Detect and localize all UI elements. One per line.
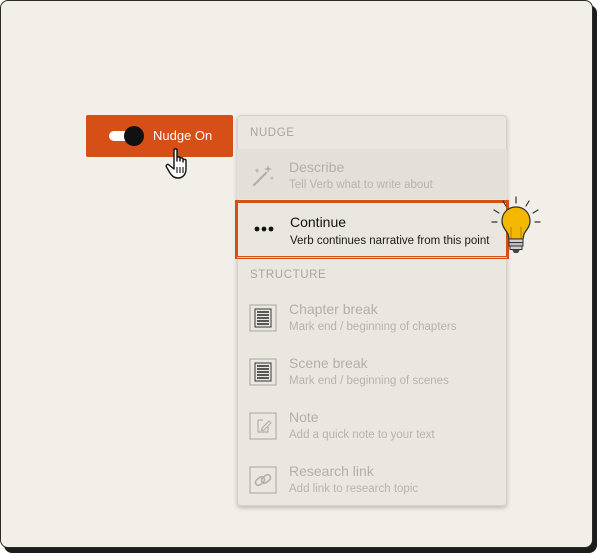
nudge-label: Nudge On — [153, 128, 213, 143]
item-subtitle: Tell Verb what to write about — [289, 179, 433, 191]
document-lines-icon — [249, 358, 277, 386]
lightbulb-icon — [491, 196, 541, 253]
menu-item-research-link[interactable]: Research link Add link to research topic — [237, 453, 507, 503]
item-title: Chapter break — [289, 301, 378, 317]
item-title: Research link — [289, 463, 374, 479]
link-icon — [249, 466, 277, 494]
section-heading-structure: STRUCTURE — [250, 269, 327, 281]
ellipsis-icon — [254, 226, 274, 232]
item-title: Describe — [289, 159, 345, 175]
item-title: Scene break — [289, 355, 368, 371]
menu-item-continue[interactable]: Continue Verb continues narrative from t… — [235, 200, 509, 259]
section-heading-nudge: NUDGE — [250, 127, 295, 139]
toggle-knob — [124, 126, 144, 146]
item-subtitle: Add link to research topic — [289, 483, 419, 495]
menu-item-describe[interactable]: Describe Tell Verb what to write about — [237, 149, 507, 199]
menu-item-scene-break[interactable]: Scene break Mark end / beginning of scen… — [237, 345, 507, 395]
item-subtitle: Verb continues narrative from this point — [290, 235, 490, 247]
app-frame: Nudge On NUDGE STRUCTURE Describe Tell V… — [0, 0, 593, 548]
magic-wand-icon — [252, 165, 274, 187]
menu-item-note[interactable]: Note Add a quick note to your text — [237, 399, 507, 449]
item-subtitle: Mark end / beginning of scenes — [289, 375, 449, 387]
edit-note-icon — [249, 412, 277, 440]
toggle-switch[interactable] — [108, 126, 144, 146]
item-title: Note — [289, 409, 319, 425]
item-subtitle: Mark end / beginning of chapters — [289, 321, 457, 333]
menu-item-chapter-break[interactable]: Chapter break Mark end / beginning of ch… — [237, 291, 507, 341]
nudge-toggle-button[interactable]: Nudge On — [86, 115, 233, 157]
hand-cursor-icon — [165, 148, 187, 179]
menu-divider — [237, 257, 507, 258]
document-lines-icon — [249, 304, 277, 332]
item-title: Continue — [290, 214, 347, 230]
item-subtitle: Add a quick note to your text — [289, 429, 435, 441]
